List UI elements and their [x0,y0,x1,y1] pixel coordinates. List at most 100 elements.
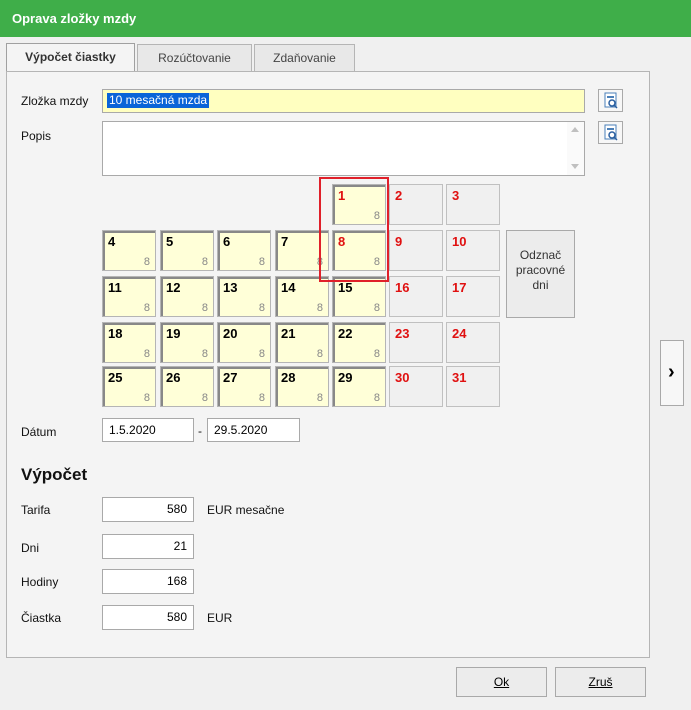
calendar-day-number: 29 [338,370,353,385]
scroll-down-icon[interactable] [571,164,579,169]
calendar-day[interactable]: 68 [217,230,271,271]
calendar-day[interactable]: 31 [446,366,500,407]
calendar-day-number: 27 [223,370,238,385]
calendar-day-hours: 8 [373,392,380,404]
tab-vypocet-ciastky[interactable]: Výpočet čiastky [6,43,135,72]
datum-separator: - [198,424,202,438]
expand-side-button[interactable]: › [660,340,684,406]
tab-rozuctovanie[interactable]: Rozúčtovanie [137,44,252,71]
calendar-day-number: 14 [281,280,296,295]
zlozka-label: Zložka mzdy [21,94,89,108]
popis-lookup-button[interactable] [598,121,623,144]
calendar-day-number: 11 [108,280,122,295]
dni-input[interactable]: 21 [102,534,194,559]
calendar-day[interactable]: 58 [160,230,214,271]
popis-label: Popis [21,129,52,143]
calendar-day-hours: 8 [258,348,265,360]
calendar-day-number: 23 [395,326,410,341]
calendar-day-hours: 8 [258,256,265,268]
calendar-day[interactable]: 17 [446,276,500,317]
calendar-day[interactable]: 25 8 [102,366,156,407]
calendar-day-hours: 8 [258,392,265,404]
calendar-day[interactable]: 13 8 [217,276,271,317]
calendar-day-number: 17 [452,280,467,295]
calendar-day-hours: 8 [201,348,208,360]
ok-button[interactable]: Ok [456,667,547,697]
calendar-day-number: 7 [281,234,289,249]
tab-zdanovanie[interactable]: Zdaňovanie [254,44,355,71]
calendar-day[interactable]: 29 8 [332,366,386,407]
zlozka-input[interactable]: 10 mesačná mzda [102,89,585,113]
calendar-day-hours: 8 [143,256,150,268]
calendar-day[interactable]: 20 8 [217,322,271,363]
calendar-day[interactable]: 22 8 [332,322,386,363]
calendar-day[interactable]: 3 [446,184,500,225]
calendar-day[interactable]: 27 8 [217,366,271,407]
calendar-day[interactable]: 12 8 [160,276,214,317]
calendar-day-hours: 8 [373,348,380,360]
calendar-day-number: 24 [452,326,467,341]
popis-scrollbar[interactable] [567,122,584,175]
calendar-day-number: 13 [223,280,238,295]
calendar-day[interactable]: 10 [446,230,500,271]
dni-label: Dni [21,541,40,555]
ciastka-input[interactable]: 580 [102,605,194,630]
calendar-day-number: 9 [395,234,403,249]
datum-from-input[interactable]: 1.5.2020 [102,418,194,442]
tarifa-label: Tarifa [21,503,51,517]
calendar-day[interactable]: 15 8 [332,276,386,317]
calendar-day-hours: 8 [201,256,208,268]
popis-textarea[interactable] [102,121,585,176]
lookup-icon [604,92,618,109]
calendar-day[interactable]: 19 8 [160,322,214,363]
calendar-day-number: 6 [223,234,231,249]
calendar-day-number: 3 [452,188,460,203]
calendar-day-number: 16 [395,280,410,295]
calendar-day-number: 2 [395,188,403,203]
chevron-right-icon: › [668,361,675,383]
title-bar: Oprava zložky mzdy [0,0,691,37]
datum-to-input[interactable]: 29.5.2020 [207,418,300,442]
calendar-day-number: 21 [281,326,296,341]
calendar-day[interactable]: 21 8 [275,322,329,363]
calendar-day-number: 25 [108,370,123,385]
scroll-up-icon[interactable] [571,127,579,132]
ciastka-unit: EUR [207,611,233,625]
hodiny-label: Hodiny [21,575,59,589]
calendar-day[interactable]: 11 8 [102,276,156,317]
window-title: Oprava zložky mzdy [12,11,137,26]
calendar-day[interactable]: 48 [102,230,156,271]
vypocet-heading: Výpočet [21,465,88,484]
calendar-day-hours: 8 [143,302,150,314]
calendar-day[interactable]: 2 [389,184,443,225]
calendar-day[interactable]: 26 8 [160,366,214,407]
calendar-day[interactable]: 30 [389,366,443,407]
calendar-day[interactable]: 28 8 [275,366,329,407]
calendar-day-hours: 8 [316,348,323,360]
calendar-day-number: 15 [338,280,353,295]
calendar-day-hours: 8 [258,302,265,314]
datum-label: Dátum [21,425,57,439]
calendar-day-hours: 8 [373,302,380,314]
zlozka-value: 10 mesačná mzda [107,93,210,108]
ciastka-label: Čiastka [21,611,62,625]
calendar-day[interactable]: 18 8 [102,322,156,363]
hodiny-input[interactable]: 168 [102,569,194,594]
unmark-workdays-button[interactable]: Odznač pracovné dni [506,230,575,318]
calendar-day-number: 18 [108,326,123,341]
calendar-day[interactable]: 24 [446,322,500,363]
calendar-day-number: 31 [452,370,467,385]
zlozka-lookup-button[interactable] [598,89,623,112]
calendar-day[interactable]: 23 [389,322,443,363]
calendar-day[interactable]: 9 [389,230,443,271]
cancel-button[interactable]: Zruš [555,667,646,697]
unmark-workdays-label: Odznač pracovné dni [515,248,566,292]
calendar-day-hours: 8 [316,392,323,404]
calendar-day[interactable]: 16 [389,276,443,317]
calendar-day-number: 10 [452,234,467,249]
calendar-day-number: 20 [223,326,238,341]
calendar-day-number: 12 [166,280,181,295]
calendar-day-number: 26 [166,370,181,385]
tarifa-input[interactable]: 580 [102,497,194,522]
calendar-day[interactable]: 14 8 [275,276,329,317]
